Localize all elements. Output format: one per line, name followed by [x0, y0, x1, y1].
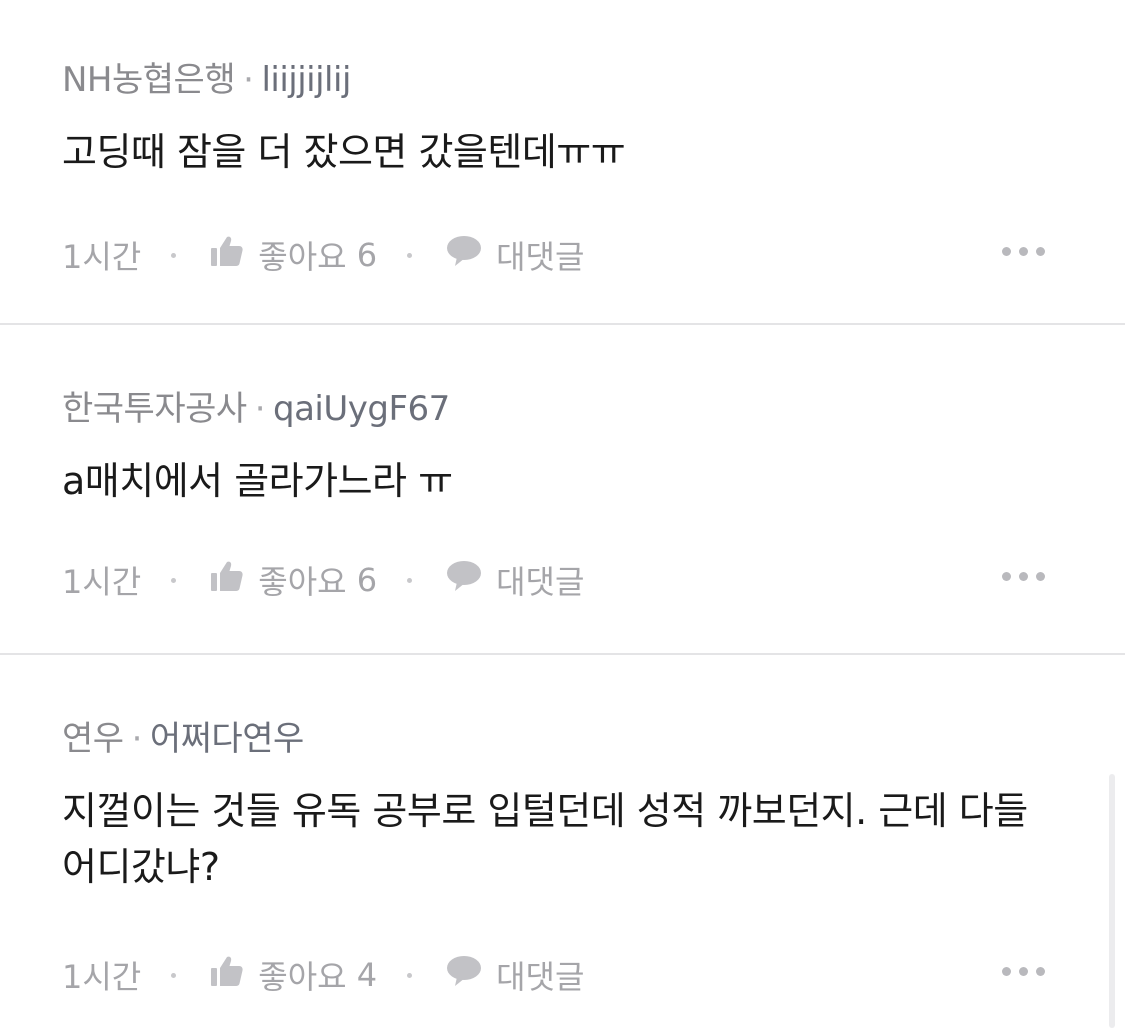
meta-separator: ·	[131, 719, 143, 759]
comment-item: 한국투자공사 · qaiUygF67 a매치에서 골라가느라 ㅠ 1시간 좋아요 6…	[0, 325, 1125, 655]
more-horizontal-icon	[1036, 247, 1045, 256]
like-button[interactable]: 좋아요 4	[210, 952, 377, 998]
thumbs-up-icon	[210, 560, 244, 600]
speech-bubble-icon	[446, 560, 482, 600]
reply-button[interactable]: 대댓글	[446, 952, 584, 998]
more-horizontal-icon	[1036, 572, 1045, 581]
author-nickname[interactable]: liijjijlij	[261, 60, 351, 100]
like-label: 좋아요	[258, 958, 347, 996]
comment-actions: 1시간 좋아요 4 대댓글	[62, 953, 1045, 997]
like-count: 6	[356, 561, 378, 599]
like-label: 좋아요	[258, 563, 347, 601]
comment-time: 1시간	[62, 238, 142, 276]
thumbs-up-icon	[210, 235, 244, 275]
more-horizontal-icon	[1019, 967, 1028, 976]
comment-text: 지껄이는 것들 유독 공부로 입털던데 성적 까보던지. 근데 다들 어디갔냐?	[62, 789, 1028, 889]
thumbs-up-icon	[210, 955, 244, 995]
reply-label: 대댓글	[496, 563, 585, 601]
comment-item: NH농협은행 · liijjijlij 고딩때 잠을 더 잤으면 갔을텐데ㅠㅠ 1시…	[0, 0, 1125, 325]
more-horizontal-icon	[1036, 967, 1045, 976]
like-button[interactable]: 좋아요 6	[210, 557, 377, 603]
scrollbar[interactable]	[1109, 774, 1115, 1028]
more-horizontal-icon	[1019, 572, 1028, 581]
like-count: 4	[356, 956, 378, 994]
comment-text: 고딩때 잠을 더 잤으면 갔을텐데ㅠㅠ	[62, 130, 626, 174]
reply-button[interactable]: 대댓글	[446, 232, 584, 278]
action-separator	[407, 577, 413, 583]
reply-button[interactable]: 대댓글	[446, 557, 584, 603]
more-options-button[interactable]	[1002, 572, 1045, 581]
action-separator	[171, 972, 177, 978]
author-company[interactable]: 연우	[62, 719, 124, 759]
reply-label: 대댓글	[496, 238, 585, 276]
comment-list: NH농협은행 · liijjijlij 고딩때 잠을 더 잤으면 갔을텐데ㅠㅠ 1시…	[0, 0, 1125, 1028]
like-count: 6	[356, 236, 378, 274]
action-separator	[407, 972, 413, 978]
action-separator	[171, 252, 177, 258]
comment-actions: 1시간 좋아요 6 대댓글	[62, 558, 1045, 602]
action-separator	[407, 252, 413, 258]
comment-item: 연우 · 어쩌다연우 지껄이는 것들 유독 공부로 입털던데 성적 까보던지. 근데…	[0, 655, 1125, 1028]
more-horizontal-icon	[1019, 247, 1028, 256]
author-nickname[interactable]: 어쩌다연우	[150, 719, 304, 759]
like-button[interactable]: 좋아요 6	[210, 232, 377, 278]
speech-bubble-icon	[446, 235, 482, 275]
like-label: 좋아요	[258, 238, 347, 276]
speech-bubble-icon	[446, 955, 482, 995]
more-horizontal-icon	[1002, 572, 1011, 581]
comment-meta: 연우 · 어쩌다연우	[62, 717, 1045, 761]
author-company[interactable]: 한국투자공사	[62, 389, 247, 429]
comment-meta: 한국투자공사 · qaiUygF67	[62, 387, 1045, 431]
comment-time: 1시간	[62, 563, 142, 601]
more-horizontal-icon	[1002, 247, 1011, 256]
comment-text: a매치에서 골라가느라 ㅠ	[62, 459, 453, 503]
comment-actions: 1시간 좋아요 6 대댓글	[62, 233, 1045, 277]
more-options-button[interactable]	[1002, 247, 1045, 256]
more-horizontal-icon	[1002, 967, 1011, 976]
reply-label: 대댓글	[496, 958, 585, 996]
author-nickname[interactable]: qaiUygF67	[273, 389, 450, 429]
author-company[interactable]: NH농협은행	[62, 60, 236, 100]
meta-separator: ·	[254, 389, 266, 429]
more-options-button[interactable]	[1002, 967, 1045, 976]
meta-separator: ·	[243, 60, 254, 100]
action-separator	[171, 577, 177, 583]
comment-time: 1시간	[62, 958, 142, 996]
comment-meta: NH농협은행 · liijjijlij	[62, 58, 1045, 102]
